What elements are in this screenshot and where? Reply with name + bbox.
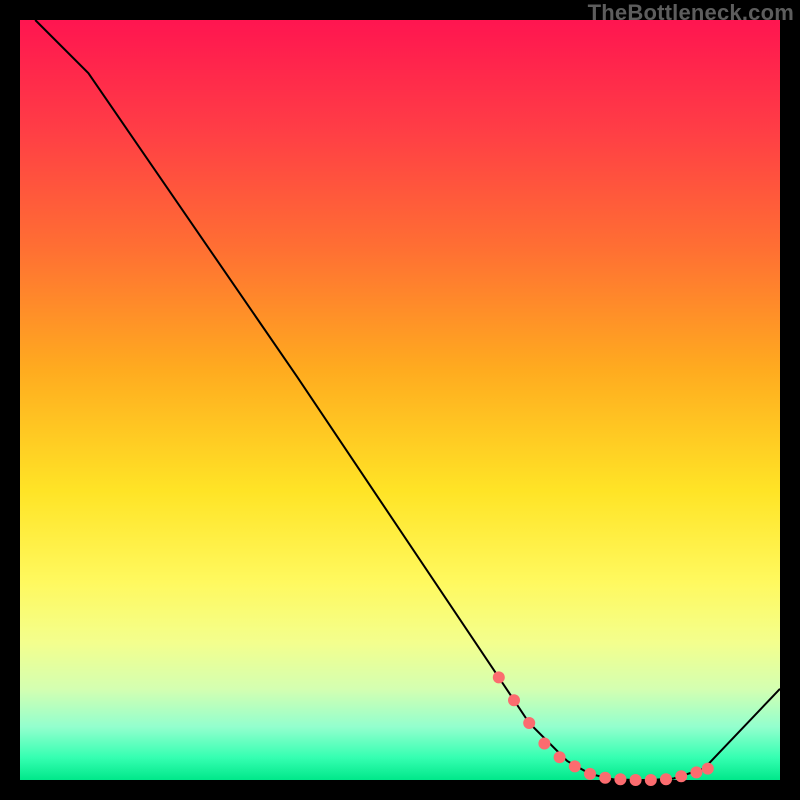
curve-marker (493, 671, 505, 683)
chart-container: TheBottleneck.com (0, 0, 800, 800)
curve-marker (599, 772, 611, 784)
curve-line (35, 20, 780, 780)
chart-plot-area (20, 20, 780, 780)
curve-marker (614, 773, 626, 785)
curve-marker (523, 717, 535, 729)
curve-marker (675, 770, 687, 782)
curve-marker (569, 760, 581, 772)
curve-marker (584, 768, 596, 780)
curve-marker (690, 766, 702, 778)
curve-markers (493, 671, 714, 786)
curve-marker (645, 774, 657, 786)
curve-marker (702, 763, 714, 775)
bottleneck-curve (20, 20, 780, 780)
curve-marker (554, 751, 566, 763)
curve-path (35, 20, 780, 780)
curve-marker (508, 694, 520, 706)
curve-marker (538, 738, 550, 750)
curve-marker (660, 773, 672, 785)
curve-marker (630, 774, 642, 786)
